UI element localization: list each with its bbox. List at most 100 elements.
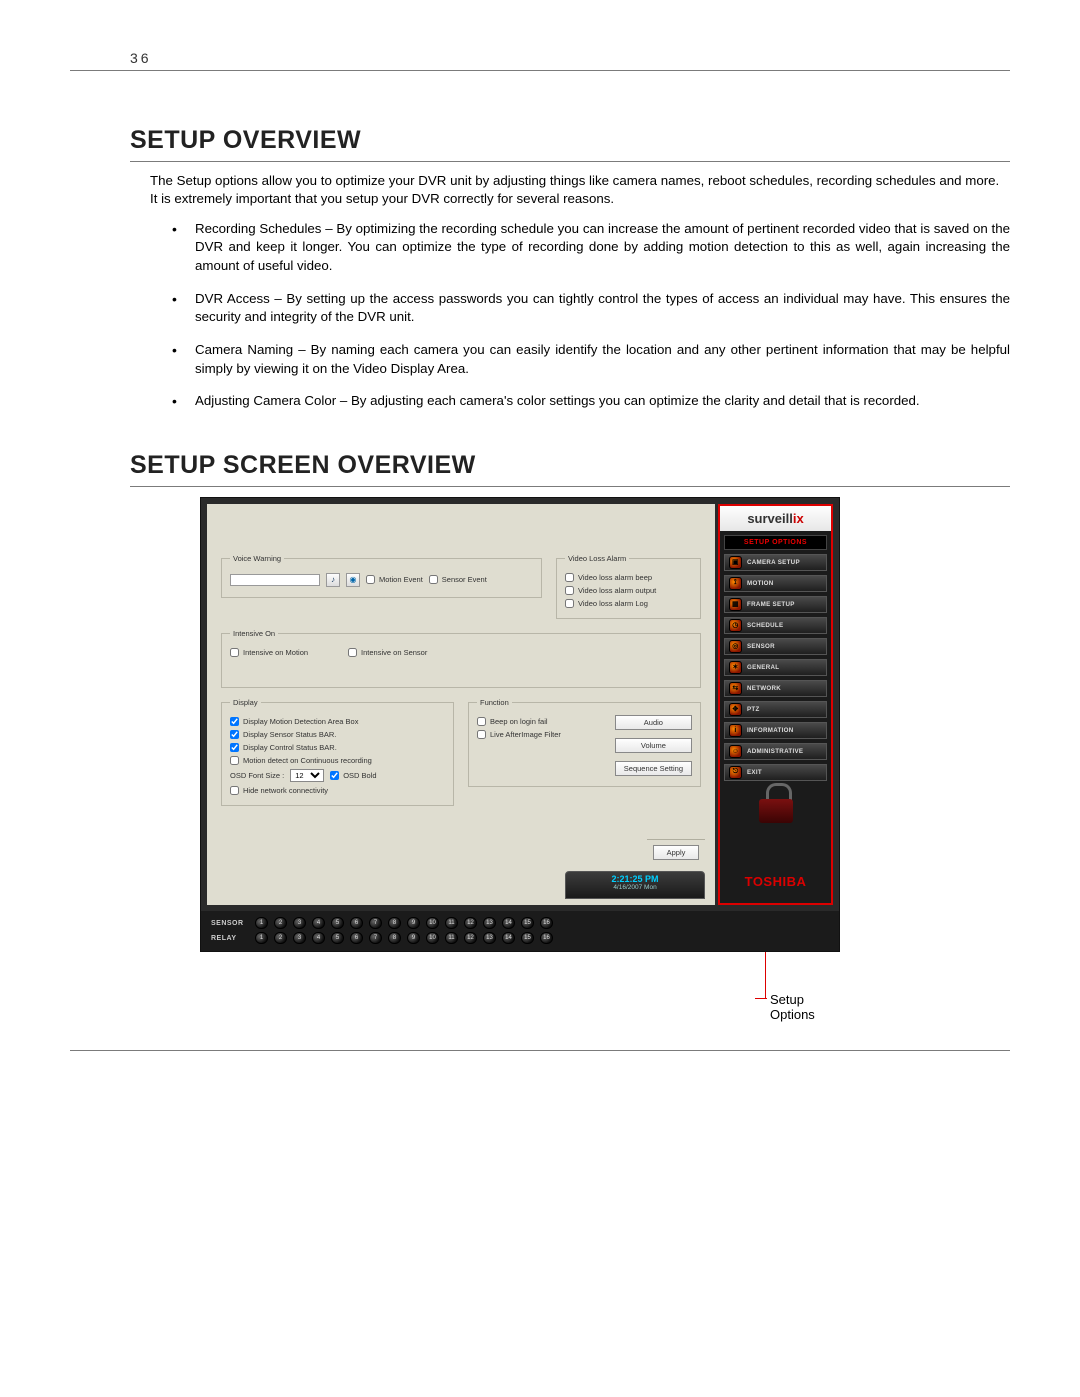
- relay-bubble[interactable]: 4: [312, 932, 325, 944]
- frame-icon: ▦: [729, 598, 742, 611]
- relay-bubble[interactable]: 2: [274, 932, 287, 944]
- sensor-relay-bar: SENSOR 1 2 3 4 5 6 7 8 9 10 11 12 13 14 …: [201, 911, 839, 951]
- lock-icon: [759, 783, 793, 823]
- sequence-setting-button[interactable]: Sequence Setting: [615, 761, 692, 776]
- sensor-bubble[interactable]: 5: [331, 917, 344, 929]
- sensor-bubble[interactable]: 13: [483, 917, 496, 929]
- setup-options-title: SETUP OPTIONS: [724, 535, 827, 550]
- display-motionbox-checkbox[interactable]: Display Motion Detection Area Box: [230, 717, 358, 726]
- sidebar-item-sensor[interactable]: ◎SENSOR: [724, 638, 827, 655]
- legend-intensive: Intensive On: [230, 629, 278, 638]
- afterimage-checkbox[interactable]: Live AfterImage Filter: [477, 730, 561, 739]
- sensor-bubble[interactable]: 3: [293, 917, 306, 929]
- schedule-icon: ◷: [729, 619, 742, 632]
- audio-button[interactable]: Audio: [615, 715, 692, 730]
- clock-widget: 2:21:25 PM 4/16/2007 Mon: [565, 871, 705, 899]
- relay-bubble[interactable]: 12: [464, 932, 477, 944]
- sensor-bubble[interactable]: 7: [369, 917, 382, 929]
- sidebar-item-administrative[interactable]: ☺ADMINISTRATIVE: [724, 743, 827, 760]
- browse-icon[interactable]: ♪: [326, 573, 340, 587]
- volume-button[interactable]: Volume: [615, 738, 692, 753]
- page-number: 36: [70, 50, 1010, 71]
- sensor-bubble[interactable]: 2: [274, 917, 287, 929]
- display-motioncont-checkbox[interactable]: Motion detect on Continuous recording: [230, 756, 372, 765]
- legend-display: Display: [230, 698, 261, 707]
- sensor-bubble[interactable]: 16: [540, 917, 553, 929]
- ptz-icon: ✥: [729, 703, 742, 716]
- osd-bold-checkbox[interactable]: OSD Bold: [330, 771, 376, 780]
- group-video-loss: Video Loss Alarm Video loss alarm beep V…: [556, 554, 701, 619]
- motion-icon: ⟟: [729, 577, 742, 590]
- bullet-item: Recording Schedules – By optimizing the …: [150, 220, 1010, 276]
- display-sensorbar-checkbox[interactable]: Display Sensor Status BAR.: [230, 730, 336, 739]
- bullet-list: Recording Schedules – By optimizing the …: [150, 220, 1010, 411]
- sensor-bubble[interactable]: 14: [502, 917, 515, 929]
- videoloss-output-checkbox[interactable]: Video loss alarm output: [565, 586, 656, 595]
- legend-function: Function: [477, 698, 512, 707]
- sensor-bubble[interactable]: 4: [312, 917, 325, 929]
- intensive-sensor-checkbox[interactable]: Intensive on Sensor: [348, 648, 427, 657]
- relay-label: RELAY: [211, 935, 249, 942]
- voice-warning-input[interactable]: [230, 574, 320, 586]
- sidebar-item-information[interactable]: iINFORMATION: [724, 722, 827, 739]
- sensor-bubble[interactable]: 10: [426, 917, 439, 929]
- heading-setup-overview: SETUP OVERVIEW: [130, 126, 1010, 155]
- app-window: Voice Warning ♪ ◉ Motion Event Sensor Ev…: [200, 497, 840, 952]
- footer-rule: [70, 1050, 1010, 1051]
- exit-icon: ⎋: [729, 766, 742, 779]
- videoloss-beep-checkbox[interactable]: Video loss alarm beep: [565, 573, 652, 582]
- admin-icon: ☺: [729, 745, 742, 758]
- intro-paragraph: The Setup options allow you to optimize …: [150, 172, 1010, 208]
- sensor-bubble[interactable]: 11: [445, 917, 458, 929]
- divider: [130, 161, 1010, 162]
- sidebar-item-exit[interactable]: ⎋EXIT: [724, 764, 827, 781]
- relay-bubble[interactable]: 7: [369, 932, 382, 944]
- relay-bubble[interactable]: 6: [350, 932, 363, 944]
- sidebar-item-general[interactable]: ✶GENERAL: [724, 659, 827, 676]
- sensor-bubble[interactable]: 8: [388, 917, 401, 929]
- sidebar-item-network[interactable]: ⇆NETWORK: [724, 680, 827, 697]
- relay-bubble[interactable]: 15: [521, 932, 534, 944]
- information-icon: i: [729, 724, 742, 737]
- group-display: Display Display Motion Detection Area Bo…: [221, 698, 454, 806]
- callout-tick: [755, 998, 767, 999]
- sensor-bubble[interactable]: 9: [407, 917, 420, 929]
- relay-bubble[interactable]: 3: [293, 932, 306, 944]
- sidebar-item-camera-setup[interactable]: ▣CAMERA SETUP: [724, 554, 827, 571]
- motion-event-checkbox[interactable]: Motion Event: [366, 575, 423, 584]
- relay-bubble[interactable]: 14: [502, 932, 515, 944]
- sensor-bubble[interactable]: 6: [350, 917, 363, 929]
- sidebar-item-schedule[interactable]: ◷SCHEDULE: [724, 617, 827, 634]
- relay-bubble[interactable]: 11: [445, 932, 458, 944]
- bullet-item: Camera Naming – By naming each camera yo…: [150, 341, 1010, 378]
- relay-bubble[interactable]: 16: [540, 932, 553, 944]
- settings-panel: Voice Warning ♪ ◉ Motion Event Sensor Ev…: [207, 504, 715, 905]
- relay-bubble[interactable]: 10: [426, 932, 439, 944]
- network-icon: ⇆: [729, 682, 742, 695]
- sidebar-item-motion[interactable]: ⟟MOTION: [724, 575, 827, 592]
- relay-bubble[interactable]: 1: [255, 932, 268, 944]
- callout-line: [765, 952, 766, 998]
- beep-login-checkbox[interactable]: Beep on login fail: [477, 717, 548, 726]
- bullet-item: DVR Access – By setting up the access pa…: [150, 290, 1010, 327]
- sidebar-item-frame-setup[interactable]: ▦FRAME SETUP: [724, 596, 827, 613]
- sensor-bubble[interactable]: 15: [521, 917, 534, 929]
- relay-bubble[interactable]: 9: [407, 932, 420, 944]
- relay-bubble[interactable]: 8: [388, 932, 401, 944]
- sensor-event-checkbox[interactable]: Sensor Event: [429, 575, 487, 584]
- relay-bubble[interactable]: 13: [483, 932, 496, 944]
- sensor-bubble[interactable]: 1: [255, 917, 268, 929]
- intensive-motion-checkbox[interactable]: Intensive on Motion: [230, 648, 308, 657]
- relay-bubble[interactable]: 5: [331, 932, 344, 944]
- toshiba-logo: TOSHIBA: [720, 866, 831, 903]
- apply-button[interactable]: Apply: [653, 845, 699, 860]
- videoloss-log-checkbox[interactable]: Video loss alarm Log: [565, 599, 648, 608]
- heading-screen-overview: SETUP SCREEN OVERVIEW: [130, 451, 1010, 480]
- hide-network-checkbox[interactable]: Hide network connectivity: [230, 786, 328, 795]
- group-voice-warning: Voice Warning ♪ ◉ Motion Event Sensor Ev…: [221, 554, 542, 598]
- display-controlbar-checkbox[interactable]: Display Control Status BAR.: [230, 743, 337, 752]
- sensor-bubble[interactable]: 12: [464, 917, 477, 929]
- play-icon[interactable]: ◉: [346, 573, 360, 587]
- sidebar-item-ptz[interactable]: ✥PTZ: [724, 701, 827, 718]
- osd-font-select[interactable]: 12: [290, 769, 324, 782]
